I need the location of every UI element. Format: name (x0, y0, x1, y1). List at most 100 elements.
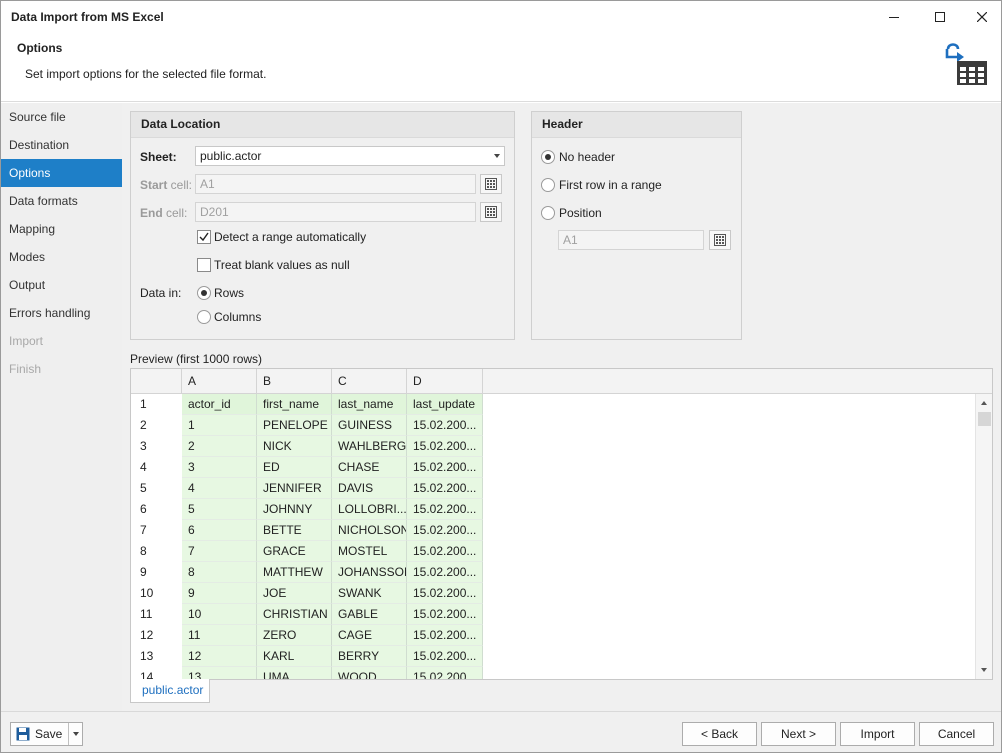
import-button[interactable]: Import (840, 722, 915, 746)
column-header[interactable]: A (182, 369, 257, 394)
preview-grid[interactable]: A B C D 1 actor_id first_name last_name last… (130, 368, 993, 680)
position-radio[interactable] (541, 206, 555, 220)
grid-cell[interactable]: JOHANSSON (332, 562, 407, 583)
grid-cell[interactable]: JENNIFER (257, 478, 332, 499)
grid-cell[interactable]: BETTE (257, 520, 332, 541)
nav-output[interactable]: Output (1, 271, 122, 299)
sheet-value: public.actor (200, 149, 262, 163)
detect-range-checkbox[interactable] (197, 230, 211, 244)
grid-cell[interactable]: 1 (182, 415, 257, 436)
grid-cell[interactable]: MOSTEL (332, 541, 407, 562)
first-row-radio[interactable] (541, 178, 555, 192)
grid-cell[interactable]: 5 (182, 499, 257, 520)
grid-cell[interactable]: 15.02.200... (407, 562, 483, 583)
grid-cell[interactable]: WAHLBERG (332, 436, 407, 457)
column-header[interactable]: D (407, 369, 483, 394)
grid-cell[interactable]: WOOD (332, 667, 407, 679)
grid-cell[interactable]: JOHNNY (257, 499, 332, 520)
data-in-label: Data in: (140, 286, 182, 300)
sheet-tab[interactable]: public.actor (130, 679, 210, 703)
grid-cell[interactable]: ZERO (257, 625, 332, 646)
grid-cell[interactable]: 15.02.200... (407, 499, 483, 520)
grid-cell[interactable]: CHRISTIAN (257, 604, 332, 625)
grid-cell[interactable]: JOE (257, 583, 332, 604)
grid-cell[interactable]: PENELOPE (257, 415, 332, 436)
nav-source-file[interactable]: Source file (1, 103, 122, 131)
grid-cell[interactable]: 15.02.200... (407, 541, 483, 562)
rows-radio[interactable] (197, 286, 211, 300)
grid-cell[interactable]: 7 (182, 541, 257, 562)
close-button[interactable] (963, 1, 1000, 33)
grid-cell[interactable]: 15.02.200... (407, 646, 483, 667)
grid-cell[interactable]: 11 (182, 625, 257, 646)
cancel-button[interactable]: Cancel (919, 722, 994, 746)
grid-cell[interactable]: DAVIS (332, 478, 407, 499)
grid-cell[interactable]: 15.02.200... (407, 604, 483, 625)
grid-cell[interactable]: 6 (182, 520, 257, 541)
column-header[interactable]: B (257, 369, 332, 394)
scroll-down-icon[interactable] (981, 668, 987, 672)
grid-cell[interactable]: 2 (182, 436, 257, 457)
grid-cell[interactable]: 15.02.200... (407, 457, 483, 478)
grid-cell[interactable]: KARL (257, 646, 332, 667)
end-cell-input[interactable]: D201 (195, 202, 476, 222)
save-main-button[interactable]: Save (11, 723, 69, 745)
grid-cell[interactable]: 15.02.200... (407, 478, 483, 499)
grid-cell[interactable]: CHASE (332, 457, 407, 478)
grid-cell[interactable]: UMA (257, 667, 332, 679)
header-position-input[interactable]: A1 (558, 230, 704, 250)
save-button[interactable]: Save (10, 722, 83, 746)
grid-cell[interactable]: 4 (182, 478, 257, 499)
grid-cell[interactable]: NICHOLSON (332, 520, 407, 541)
grid-cell[interactable]: BERRY (332, 646, 407, 667)
start-cell-input[interactable]: A1 (195, 174, 476, 194)
nav-destination[interactable]: Destination (1, 131, 122, 159)
grid-cell[interactable]: last_name (332, 394, 407, 415)
grid-cell[interactable]: CAGE (332, 625, 407, 646)
save-dropdown-button[interactable] (69, 723, 83, 745)
grid-cell[interactable]: SWANK (332, 583, 407, 604)
grid-cell[interactable]: 12 (182, 646, 257, 667)
grid-cell[interactable]: 3 (182, 457, 257, 478)
grid-cell[interactable]: 15.02.200... (407, 583, 483, 604)
grid-cell[interactable]: 10 (182, 604, 257, 625)
header-group-title: Header (532, 112, 741, 138)
column-header[interactable]: C (332, 369, 407, 394)
grid-cell[interactable]: 15.02.200... (407, 667, 483, 679)
nav-errors-handling[interactable]: Errors handling (1, 299, 122, 327)
next-button[interactable]: Next > (761, 722, 836, 746)
grid-cell[interactable]: last_update (407, 394, 483, 415)
sheet-combobox[interactable]: public.actor (195, 146, 505, 166)
nav-mapping[interactable]: Mapping (1, 215, 122, 243)
grid-cell[interactable]: ED (257, 457, 332, 478)
grid-cell[interactable]: GABLE (332, 604, 407, 625)
header-position-picker-button[interactable] (709, 230, 731, 250)
end-cell-picker-button[interactable] (480, 202, 502, 222)
grid-cell[interactable]: 15.02.200... (407, 436, 483, 457)
grid-cell[interactable]: 9 (182, 583, 257, 604)
treat-blank-null-checkbox[interactable] (197, 258, 211, 272)
grid-cell[interactable]: GUINESS (332, 415, 407, 436)
grid-cell[interactable]: GRACE (257, 541, 332, 562)
grid-cell[interactable]: NICK (257, 436, 332, 457)
grid-cell[interactable]: 8 (182, 562, 257, 583)
maximize-button[interactable] (921, 1, 958, 33)
start-cell-picker-button[interactable] (480, 174, 502, 194)
grid-cell[interactable]: MATTHEW (257, 562, 332, 583)
grid-cell[interactable]: LOLLOBRI... (332, 499, 407, 520)
nav-options[interactable]: Options (1, 159, 122, 187)
nav-modes[interactable]: Modes (1, 243, 122, 271)
nav-data-formats[interactable]: Data formats (1, 187, 122, 215)
grid-cell[interactable]: actor_id (182, 394, 257, 415)
grid-cell[interactable]: first_name (257, 394, 332, 415)
scroll-up-icon[interactable] (981, 401, 987, 405)
scroll-thumb[interactable] (978, 412, 991, 426)
grid-cell[interactable]: 15.02.200... (407, 415, 483, 436)
back-button[interactable]: < Back (682, 722, 757, 746)
vertical-scrollbar[interactable] (975, 394, 992, 679)
minimize-button[interactable] (875, 1, 912, 33)
no-header-radio[interactable] (541, 150, 555, 164)
grid-cell[interactable]: 15.02.200... (407, 625, 483, 646)
columns-radio[interactable] (197, 310, 211, 324)
grid-cell[interactable]: 15.02.200... (407, 520, 483, 541)
